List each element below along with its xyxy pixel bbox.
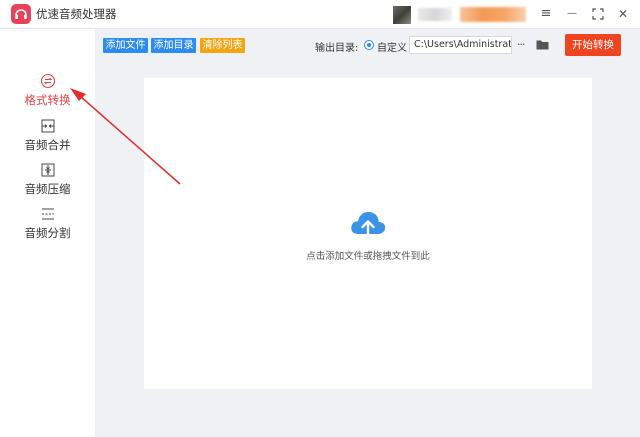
- menu-icon[interactable]: ≡: [537, 5, 555, 23]
- cloud-upload-icon[interactable]: [348, 208, 388, 240]
- custom-output-radio[interactable]: [364, 40, 374, 50]
- audio-merge-icon: [41, 119, 54, 133]
- fullscreen-icon[interactable]: [589, 5, 607, 23]
- audio-split-icon: [41, 208, 54, 220]
- sidebar: 格式转换 音频合并 音频压缩 音频分割: [0, 29, 95, 437]
- sidebar-item-audio-split[interactable]: 音频分割: [0, 206, 95, 248]
- start-convert-button[interactable]: 开始转换: [565, 34, 621, 56]
- user-avatar[interactable]: [393, 6, 411, 24]
- format-convert-icon: [40, 73, 55, 89]
- file-drop-area[interactable]: 点击添加文件或拖拽文件到此: [144, 78, 592, 389]
- sidebar-item-label: 音频合并: [24, 138, 71, 152]
- add-directory-button[interactable]: 添加目录: [151, 38, 196, 53]
- minimize-icon[interactable]: —: [563, 5, 581, 23]
- clear-list-button[interactable]: 清除列表: [200, 38, 245, 53]
- add-file-button[interactable]: 添加文件: [103, 38, 148, 53]
- sidebar-item-audio-merge[interactable]: 音频合并: [0, 118, 95, 160]
- close-icon[interactable]: ✕: [614, 5, 632, 23]
- folder-icon[interactable]: [536, 39, 549, 50]
- sidebar-item-audio-compress[interactable]: 音频压缩: [0, 162, 95, 204]
- drop-hint-text: 点击添加文件或拖拽文件到此: [306, 251, 430, 262]
- sidebar-item-format-convert[interactable]: 格式转换: [0, 73, 95, 115]
- app-title: 优速音频处理器: [36, 7, 117, 21]
- sidebar-item-label: 音频压缩: [24, 182, 71, 196]
- custom-output-radio-label[interactable]: 自定义: [377, 39, 407, 54]
- more-options-icon[interactable]: ···: [517, 38, 525, 51]
- sidebar-item-label: 音频分割: [24, 226, 71, 240]
- output-path-field[interactable]: C:\Users\Administrator\: [409, 36, 512, 54]
- output-directory-label: 输出目录:: [315, 43, 359, 54]
- username-blurred: [418, 8, 452, 21]
- app-logo-icon: [11, 4, 31, 24]
- account-badge-blurred[interactable]: [460, 7, 526, 22]
- sidebar-item-label: 格式转换: [24, 93, 71, 107]
- title-bar: 优速音频处理器 ≡ — ✕: [0, 0, 640, 29]
- audio-compress-icon: [41, 163, 54, 177]
